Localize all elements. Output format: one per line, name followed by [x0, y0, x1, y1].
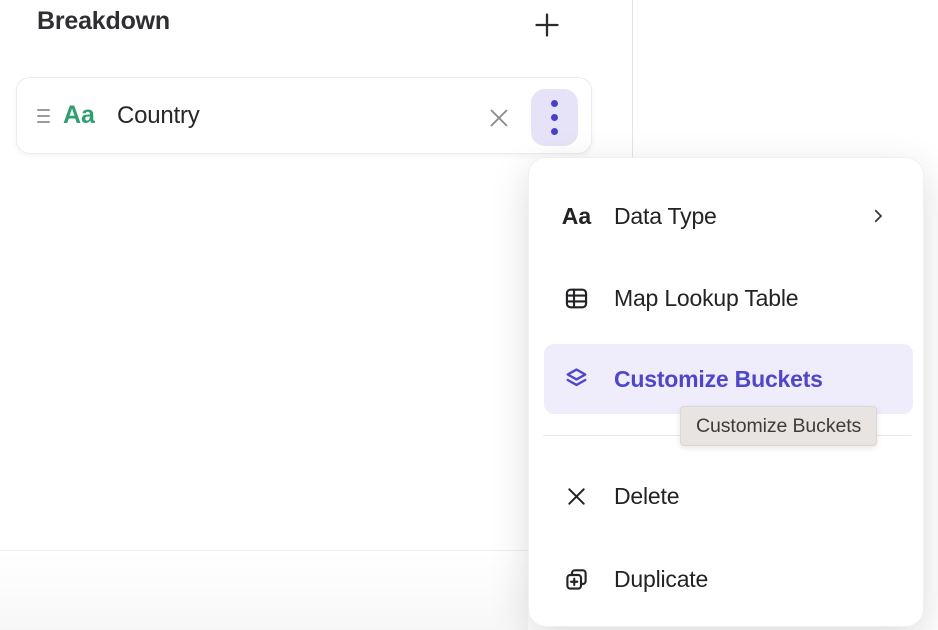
- tooltip: Customize Buckets: [680, 406, 877, 446]
- menu-item-duplicate[interactable]: Duplicate: [529, 551, 923, 607]
- kebab-menu-icon: [551, 100, 558, 135]
- close-icon: [487, 106, 511, 130]
- pane-divider: [632, 0, 633, 158]
- plus-icon: [532, 10, 562, 40]
- menu-item-label: Data Type: [614, 203, 717, 230]
- field-label: Country: [117, 102, 200, 130]
- layers-icon: [563, 365, 590, 393]
- footer-shadow: [0, 551, 528, 630]
- field-options-button[interactable]: [531, 89, 578, 146]
- page-title: Breakdown: [37, 7, 170, 36]
- menu-item-delete[interactable]: Delete: [529, 468, 923, 524]
- field-options-menu: Aa Data Type Map Lookup Table Customize …: [528, 157, 924, 627]
- menu-item-customize-buckets[interactable]: Customize Buckets: [544, 344, 913, 414]
- field-type-badge: Aa: [63, 101, 95, 130]
- chevron-right-icon: [869, 207, 887, 225]
- x-icon: [563, 485, 590, 508]
- table-icon: [563, 285, 590, 312]
- menu-item-data-type[interactable]: Aa Data Type: [529, 188, 923, 244]
- drag-handle-icon[interactable]: [37, 109, 51, 123]
- copy-plus-icon: [563, 566, 590, 593]
- add-breakdown-button[interactable]: [530, 8, 564, 42]
- menu-item-label: Delete: [614, 483, 679, 510]
- menu-item-label: Map Lookup Table: [614, 285, 798, 312]
- menu-item-label: Duplicate: [614, 566, 708, 593]
- menu-item-map-lookup-table[interactable]: Map Lookup Table: [529, 270, 923, 326]
- remove-field-button[interactable]: [485, 104, 513, 132]
- menu-item-label: Customize Buckets: [614, 366, 823, 393]
- aa-text-icon: Aa: [563, 203, 590, 230]
